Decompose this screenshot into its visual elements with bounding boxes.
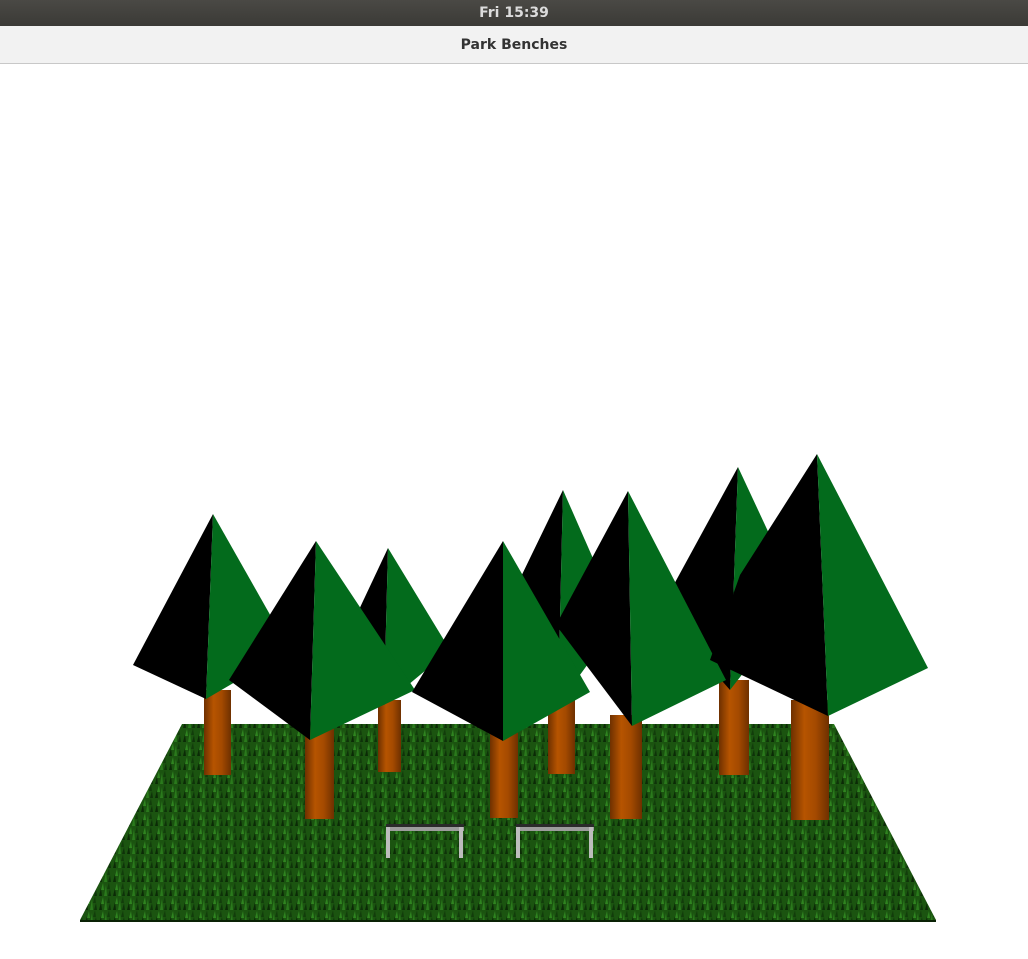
tree-foliage-light xyxy=(817,454,928,716)
tree-trunk xyxy=(610,715,642,819)
3d-scene-viewport[interactable] xyxy=(0,64,1028,959)
window-title-bar[interactable]: Park Benches xyxy=(0,26,1028,64)
tree-trunk xyxy=(791,700,829,820)
tree-trunk xyxy=(490,730,518,818)
clock[interactable]: Fri 15:39 xyxy=(479,5,549,21)
scene-canvas xyxy=(80,454,936,922)
system-top-bar: Fri 15:39 xyxy=(0,0,1028,26)
tree-trunk xyxy=(378,700,401,772)
tree-foliage-dark xyxy=(133,514,213,699)
tree-trunk xyxy=(719,680,749,775)
tree-trunk xyxy=(204,690,231,775)
window-title: Park Benches xyxy=(460,36,568,53)
